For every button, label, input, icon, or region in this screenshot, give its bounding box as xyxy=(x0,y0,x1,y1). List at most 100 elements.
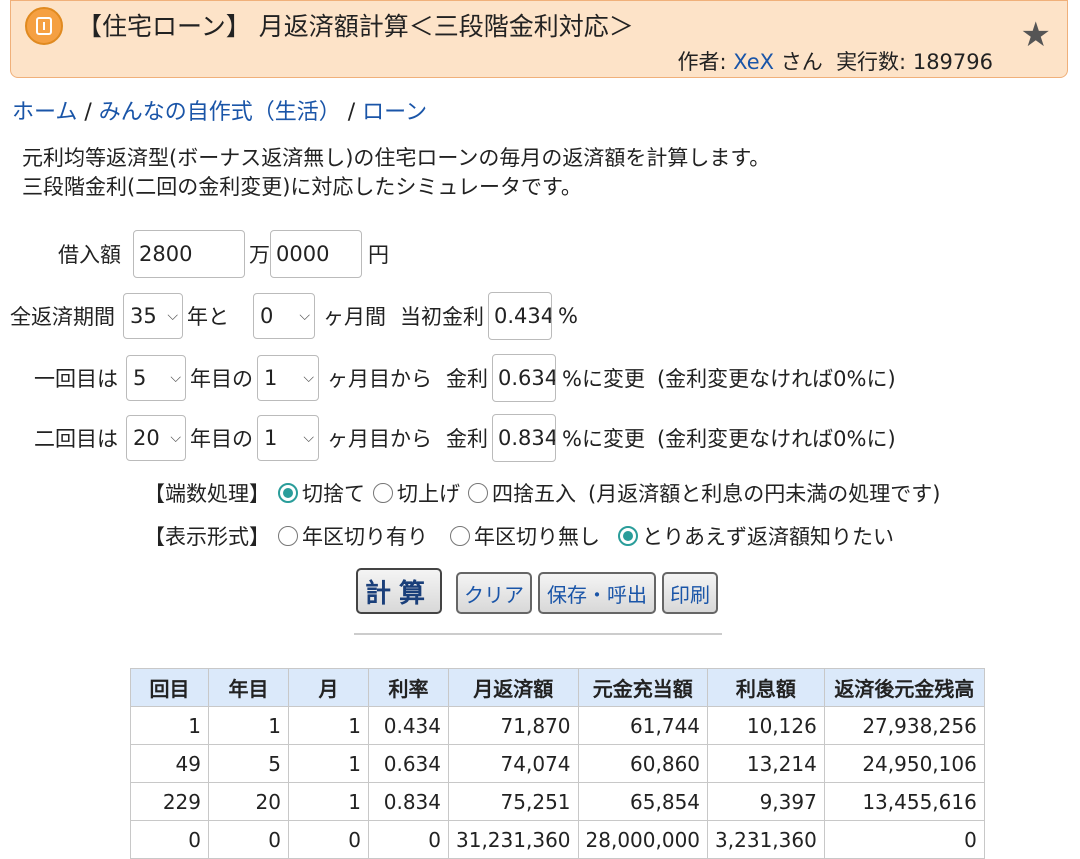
column-header: 利率 xyxy=(368,668,449,707)
table-cell: 0 xyxy=(288,820,369,859)
breadcrumb-current[interactable]: ローン xyxy=(362,100,427,125)
table-cell: 24,950,106 xyxy=(823,744,985,783)
select-value: 5 xyxy=(133,366,147,390)
change-to-label: %に変更 xyxy=(562,427,645,451)
author-link[interactable]: XeX xyxy=(733,50,774,74)
table-cell: 0 xyxy=(823,820,985,859)
table-cell: 5 xyxy=(208,744,289,783)
chevron-down-icon: ⌵ xyxy=(299,308,310,324)
period-months-select[interactable]: 0 ⌵ xyxy=(253,293,315,339)
table-row: 0 0 0 0 31,231,360 28,000,000 3,231,360 … xyxy=(130,820,985,859)
second-change-label: 二回目は xyxy=(34,427,118,451)
loan-label: 借入額 xyxy=(58,243,121,267)
rounding-round-radio[interactable] xyxy=(468,483,488,503)
radio-label[interactable]: 切上げ xyxy=(397,478,460,508)
calculator-icon[interactable] xyxy=(25,7,63,45)
select-value: 20 xyxy=(133,426,160,450)
table-cell: 75,251 xyxy=(448,782,579,821)
first-change-label: 一回目は xyxy=(34,367,118,391)
period-years-select[interactable]: 35 ⌵ xyxy=(123,293,183,339)
select-value: 0 xyxy=(260,304,274,328)
table-cell: 74,074 xyxy=(448,744,579,783)
display-label: 【表示形式】 xyxy=(144,525,270,549)
page-title: 【住宅ローン】 月返済額計算＜三段階金利対応＞ xyxy=(77,12,634,41)
rounding-floor-radio[interactable] xyxy=(278,483,298,503)
table-cell: 0 xyxy=(368,820,449,859)
breadcrumb-sep: / xyxy=(77,100,99,125)
display-no-yearly-radio[interactable] xyxy=(450,526,470,546)
first-rate-input[interactable]: 0.634 xyxy=(492,354,556,402)
display-yearly-radio[interactable] xyxy=(278,526,298,546)
percent-label: % xyxy=(558,304,578,328)
table-cell: 3,231,360 xyxy=(707,820,825,859)
breadcrumb-home[interactable]: ホーム xyxy=(12,100,77,125)
second-rate-input[interactable]: 0.834 xyxy=(492,414,556,462)
calculate-button[interactable]: 計算 xyxy=(356,568,442,614)
table-cell: 20 xyxy=(208,782,289,821)
rounding-ceil-radio[interactable] xyxy=(373,483,393,503)
loan-man-input[interactable]: 2800 xyxy=(133,230,245,278)
initial-rate-label: 当初金利 xyxy=(400,305,484,329)
month-from-label: ヶ月目から xyxy=(327,427,432,451)
radio-label[interactable]: 切捨て xyxy=(302,478,365,508)
radio-label[interactable]: 四捨五入 xyxy=(492,478,576,508)
man-unit: 万 xyxy=(249,243,270,267)
column-header: 元金充当額 xyxy=(577,668,709,707)
first-month-select[interactable]: 1 ⌵ xyxy=(257,355,319,401)
star-icon[interactable]: ★ xyxy=(1021,15,1051,55)
table-cell: 229 xyxy=(130,782,209,821)
radio-label[interactable]: 年区切り無し xyxy=(474,521,600,551)
clear-button[interactable]: クリア xyxy=(456,572,532,614)
column-header: 月返済額 xyxy=(448,668,579,707)
table-cell: 0.634 xyxy=(368,744,449,783)
select-value: 1 xyxy=(264,366,278,390)
chevron-down-icon: ⌵ xyxy=(303,430,314,446)
table-row: 49 5 1 0.634 74,074 60,860 13,214 24,950… xyxy=(130,744,985,783)
loan-amount-row: 借入額 2800 万 0000 円 xyxy=(58,230,389,278)
year-of-label: 年目の xyxy=(190,427,253,451)
table-cell: 1 xyxy=(130,706,209,745)
table-cell: 1 xyxy=(288,744,369,783)
rounding-row: 【端数処理】 切捨て 切上げ 四捨五入 (月返済額と利息の円未満の処理です) xyxy=(144,478,940,508)
display-summary-radio[interactable] xyxy=(618,526,638,546)
author-prefix: 作者: xyxy=(677,50,734,74)
table-cell: 10,126 xyxy=(707,706,825,745)
table-cell: 0 xyxy=(208,820,289,859)
initial-rate-input[interactable]: 0.434 xyxy=(488,292,552,340)
first-change-row: 一回目は 5 ⌵ 年目の 1 ⌵ ヶ月目から 金利 0.634 %に変更 (金利変更… xyxy=(34,354,896,402)
breadcrumb-category[interactable]: みんなの自作式（生活） xyxy=(99,100,341,125)
save-load-button[interactable]: 保存・呼出 xyxy=(538,572,656,614)
column-header: 返済後元金残高 xyxy=(823,668,985,707)
radio-label[interactable]: とりあえず返済額知りたい xyxy=(642,521,894,551)
description-line: 三段階金利(二回の金利変更)に対応したシミュレータです。 xyxy=(22,175,582,199)
rate-label: 金利 xyxy=(446,427,488,451)
exec-label: 実行数: xyxy=(836,50,913,74)
first-year-select[interactable]: 5 ⌵ xyxy=(126,355,186,401)
loan-yen-input[interactable]: 0000 xyxy=(270,230,362,278)
period-row: 全返済期間 35 ⌵ 年と 0 ⌵ ヶ月間 当初金利 0.434 % xyxy=(10,292,578,340)
table-cell: 27,938,256 xyxy=(823,706,985,745)
description-line: 元利均等返済型(ボーナス返済無し)の住宅ローンの毎月の返済額を計算します。 xyxy=(22,146,771,170)
period-label: 全返済期間 xyxy=(10,305,115,329)
author-suffix: さん xyxy=(774,50,823,74)
chevron-down-icon: ⌵ xyxy=(167,308,178,324)
table-cell: 9,397 xyxy=(707,782,825,821)
radio-label[interactable]: 年区切り有り xyxy=(302,521,428,551)
table-header-row: 回目 年目 月 利率 月返済額 元金充当額 利息額 返済後元金残高 xyxy=(130,668,985,707)
result-table: 回目 年目 月 利率 月返済額 元金充当額 利息額 返済後元金残高 1 1 1 … xyxy=(130,668,985,859)
month-from-label: ヶ月目から xyxy=(327,367,432,391)
rate-note: (金利変更なければ0%に) xyxy=(656,427,896,451)
months-label: ヶ月間 xyxy=(323,305,386,329)
divider xyxy=(354,633,722,635)
table-cell: 71,870 xyxy=(448,706,579,745)
table-cell: 0.834 xyxy=(368,782,449,821)
second-month-select[interactable]: 1 ⌵ xyxy=(257,415,319,461)
table-cell: 28,000,000 xyxy=(577,820,709,859)
print-button[interactable]: 印刷 xyxy=(662,572,718,614)
second-year-select[interactable]: 20 ⌵ xyxy=(126,415,186,461)
app-header: 【住宅ローン】 月返済額計算＜三段階金利対応＞ 作者: XeX さん 実行数: … xyxy=(10,0,1068,78)
rounding-note: (月返済額と利息の円未満の処理です) xyxy=(588,482,941,506)
display-row: 【表示形式】 年区切り有り 年区切り無し とりあえず返済額知りたい xyxy=(144,521,894,551)
rate-note: (金利変更なければ0%に) xyxy=(656,367,896,391)
table-cell: 1 xyxy=(208,706,289,745)
